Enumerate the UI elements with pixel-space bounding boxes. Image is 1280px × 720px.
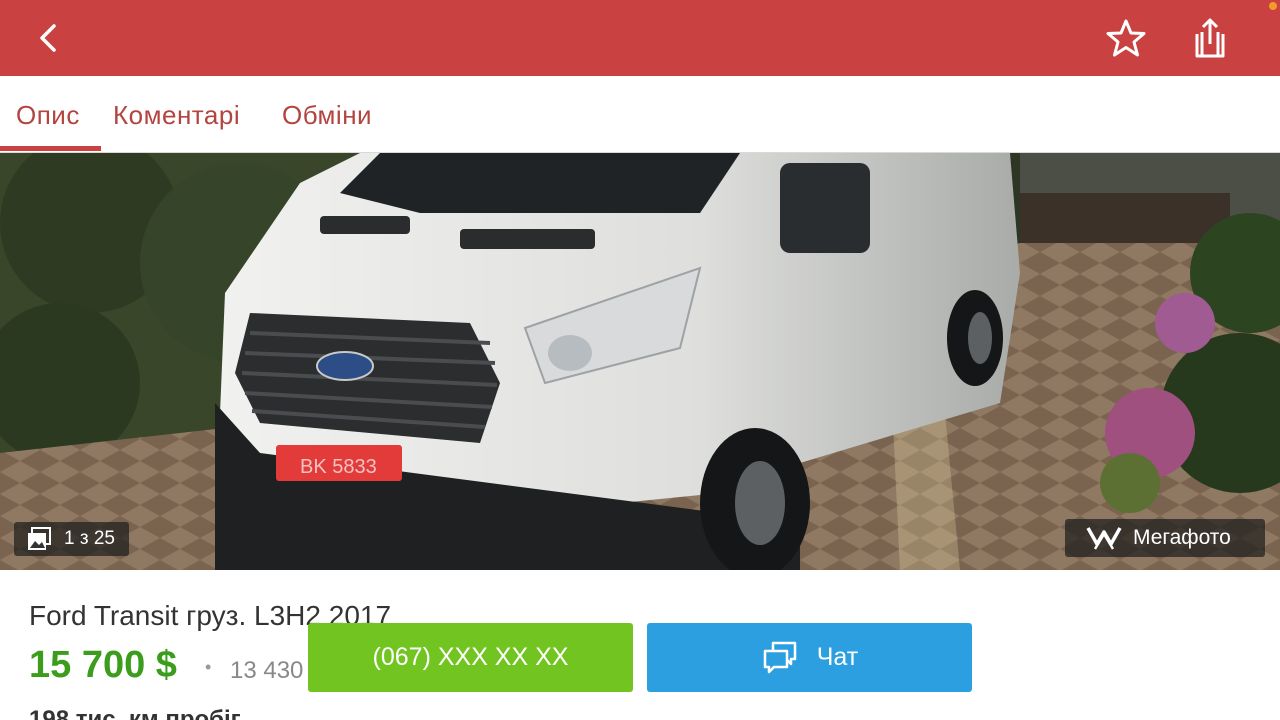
tab-bar: Опис Коментарі Обміни [0,76,1280,153]
call-button-label: (067) XXX XX XX [372,643,569,671]
price-separator: • [205,657,212,677]
megafoto-badge[interactable]: Мегафото [1065,519,1265,557]
license-plate-text: BK 5833 [300,456,377,478]
share-button[interactable] [1188,16,1232,60]
favorite-button[interactable] [1104,16,1148,60]
chevron-left-icon [40,24,56,52]
top-bar [0,0,1280,76]
chat-button-label: Чат [816,643,859,671]
status-dot [1269,2,1277,10]
listing-page: Опис Коментарі Обміни BK 5833 1 з 25 Мег… [0,0,1280,720]
listing-price: 15 700 $ [29,644,177,686]
van-photo-image: BK 5833 [0,153,1280,570]
megafoto-label: Мегафото [1133,526,1231,549]
share-icon [1195,18,1225,58]
gallery-icon [28,527,51,550]
back-button[interactable] [30,18,70,58]
star-outline-icon [1106,19,1146,57]
active-tab-indicator [0,146,101,151]
photo-counter-text: 1 з 25 [64,528,115,549]
chat-button[interactable]: Чат [647,623,972,692]
listing-price-alt: 13 430 [230,657,304,684]
call-button[interactable]: (067) XXX XX XX [308,623,633,692]
car-photo[interactable]: BK 5833 1 з 25 Мегафото [0,153,1280,570]
tab-comments[interactable]: Коментарі [113,100,240,131]
chat-bubbles-icon [763,641,797,673]
listing-mileage: 198 тис. км пробіг [29,706,241,720]
photo-counter[interactable]: 1 з 25 [14,522,129,556]
tab-description[interactable]: Опис [16,100,80,131]
megafoto-logo-icon [1086,527,1122,550]
tab-exchanges[interactable]: Обміни [282,100,372,131]
